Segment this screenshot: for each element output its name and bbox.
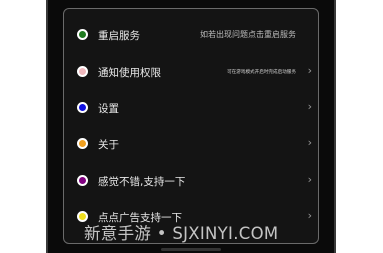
menu-item-notification-permission[interactable]: 通知使用权限 可在游戏模式开启时完成启动服务 › [64, 58, 318, 88]
chevron-right-icon: › [307, 136, 312, 149]
watermark: 新意手游 • SJXINYI.COM [84, 224, 279, 243]
home-indicator [161, 248, 221, 251]
menu-item-label: 设置 [98, 103, 119, 115]
phone-screen: 重启服务 如若出现问题点击重启服务 通知使用权限 可在游戏模式开启时完成启动服务… [46, 0, 336, 253]
settings-menu-panel: 重启服务 如若出现问题点击重启服务 通知使用权限 可在游戏模式开启时完成启动服务… [63, 8, 319, 244]
menu-item-restart-service[interactable]: 重启服务 如若出现问题点击重启服务 [64, 21, 318, 51]
menu-item-hint: 如若出现问题点击重启服务 [200, 30, 296, 39]
menu-item-label: 关于 [98, 139, 119, 151]
menu-item-hint: 可在游戏模式开启时完成启动服务 [227, 70, 296, 75]
chevron-right-icon: › [307, 100, 312, 113]
pink-dot-icon [77, 66, 88, 77]
menu-item-label: 重启服务 [98, 30, 140, 42]
menu-item-settings[interactable]: 设置 › [64, 94, 318, 124]
chevron-right-icon: › [307, 209, 312, 222]
chevron-right-icon: › [307, 64, 312, 77]
menu-item-label: 感觉不错,支持一下 [98, 176, 186, 188]
orange-dot-icon [77, 138, 88, 149]
chevron-right-icon: › [307, 173, 312, 186]
blue-dot-icon [77, 102, 88, 113]
green-dot-icon [77, 29, 88, 40]
menu-item-about[interactable]: 关于 › [64, 130, 318, 160]
purple-dot-icon [77, 175, 88, 186]
menu-item-support[interactable]: 感觉不错,支持一下 › [64, 167, 318, 197]
menu-item-label: 通知使用权限 [98, 67, 161, 79]
